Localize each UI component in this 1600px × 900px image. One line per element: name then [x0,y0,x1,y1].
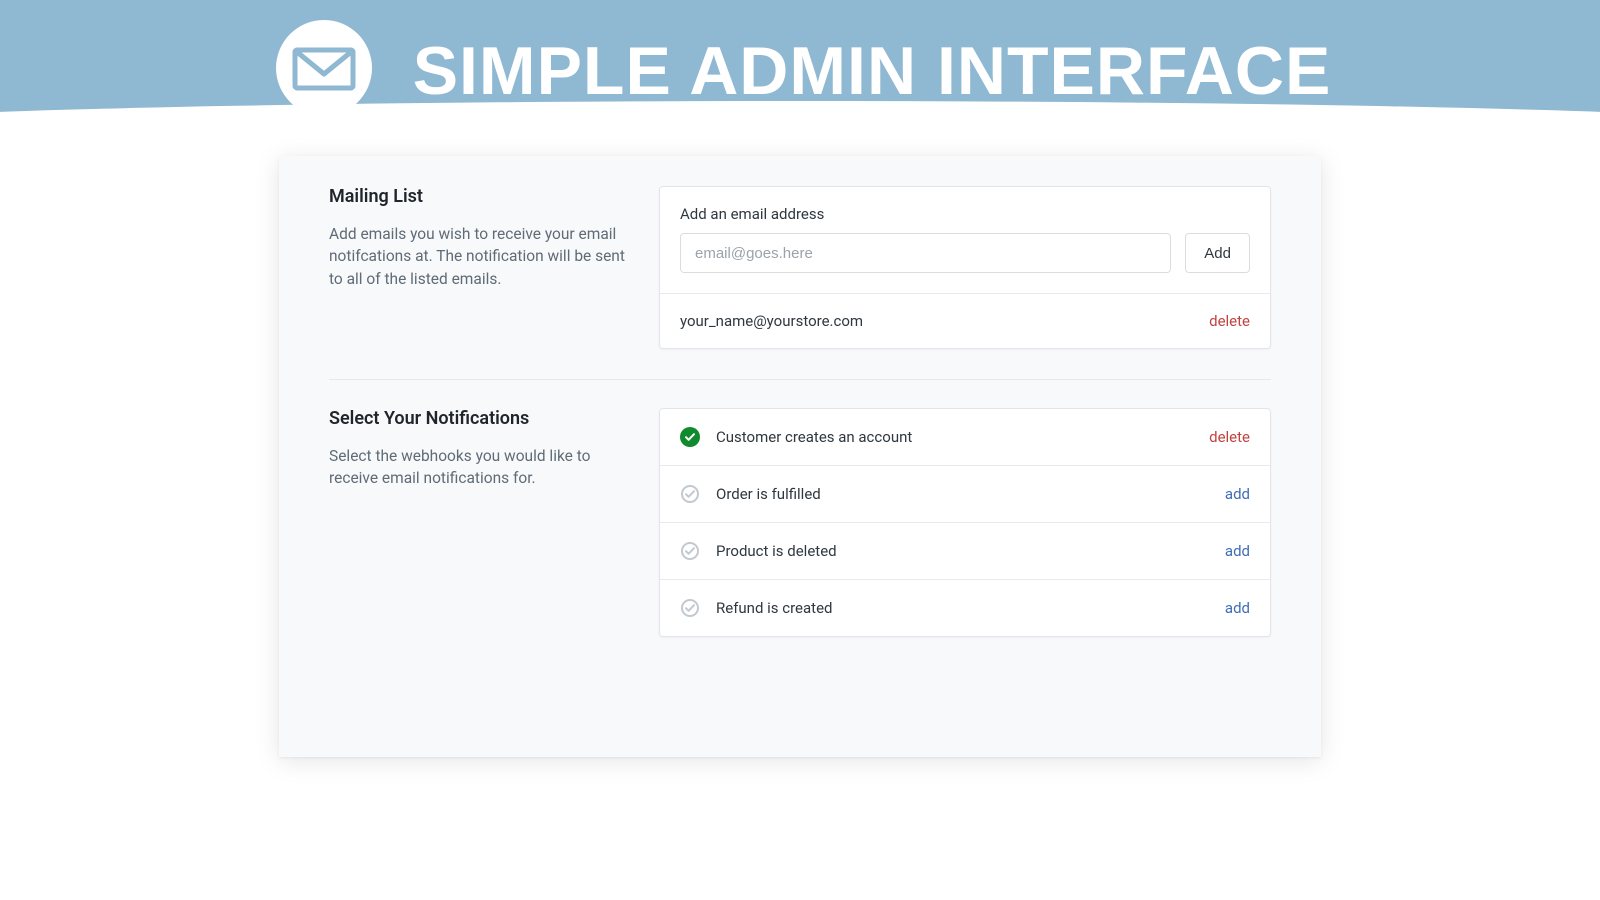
notification-add-link[interactable]: add [1225,542,1250,560]
notification-label: Customer creates an account [716,428,912,446]
mailing-card: Add an email address Add your_name@yours… [659,186,1271,349]
add-email-button[interactable]: Add [1185,233,1250,273]
email-list-row: your_name@yourstore.com delete [660,293,1270,348]
delete-email-link[interactable]: delete [1209,312,1250,330]
check-circle-outline-icon [680,541,700,561]
banner-header: SIMPLE ADMIN INTERFACE [0,0,1600,160]
notification-label: Order is fulfilled [716,485,821,503]
check-circle-outline-icon [680,484,700,504]
notification-label: Refund is created [716,599,832,617]
notifications-title: Select Your Notifications [329,408,629,429]
mailing-title: Mailing List [329,186,629,207]
notifications-description: Select the webhooks you would like to re… [329,445,629,490]
section-notifications: Select Your Notifications Select the web… [279,408,1321,637]
admin-panel: Mailing List Add emails you wish to rece… [279,156,1321,757]
notification-add-link[interactable]: add [1225,599,1250,617]
notification-delete-link[interactable]: delete [1209,428,1250,446]
notification-row: Customer creates an account delete [660,409,1270,465]
notification-row: Refund is created add [660,579,1270,636]
email-input[interactable] [680,233,1171,273]
section-divider [329,379,1271,380]
notification-label: Product is deleted [716,542,837,560]
check-circle-icon [680,427,700,447]
notification-row: Order is fulfilled add [660,465,1270,522]
notifications-card: Customer creates an account delete Order… [659,408,1271,637]
email-address: your_name@yourstore.com [680,312,863,330]
mail-speech-icon [269,16,379,126]
notification-row: Product is deleted add [660,522,1270,579]
banner-title: SIMPLE ADMIN INTERFACE [413,32,1332,110]
check-circle-outline-icon [680,598,700,618]
notification-add-link[interactable]: add [1225,485,1250,503]
mailing-description: Add emails you wish to receive your emai… [329,223,629,290]
add-email-label: Add an email address [680,205,1250,223]
section-mailing-list: Mailing List Add emails you wish to rece… [279,186,1321,349]
